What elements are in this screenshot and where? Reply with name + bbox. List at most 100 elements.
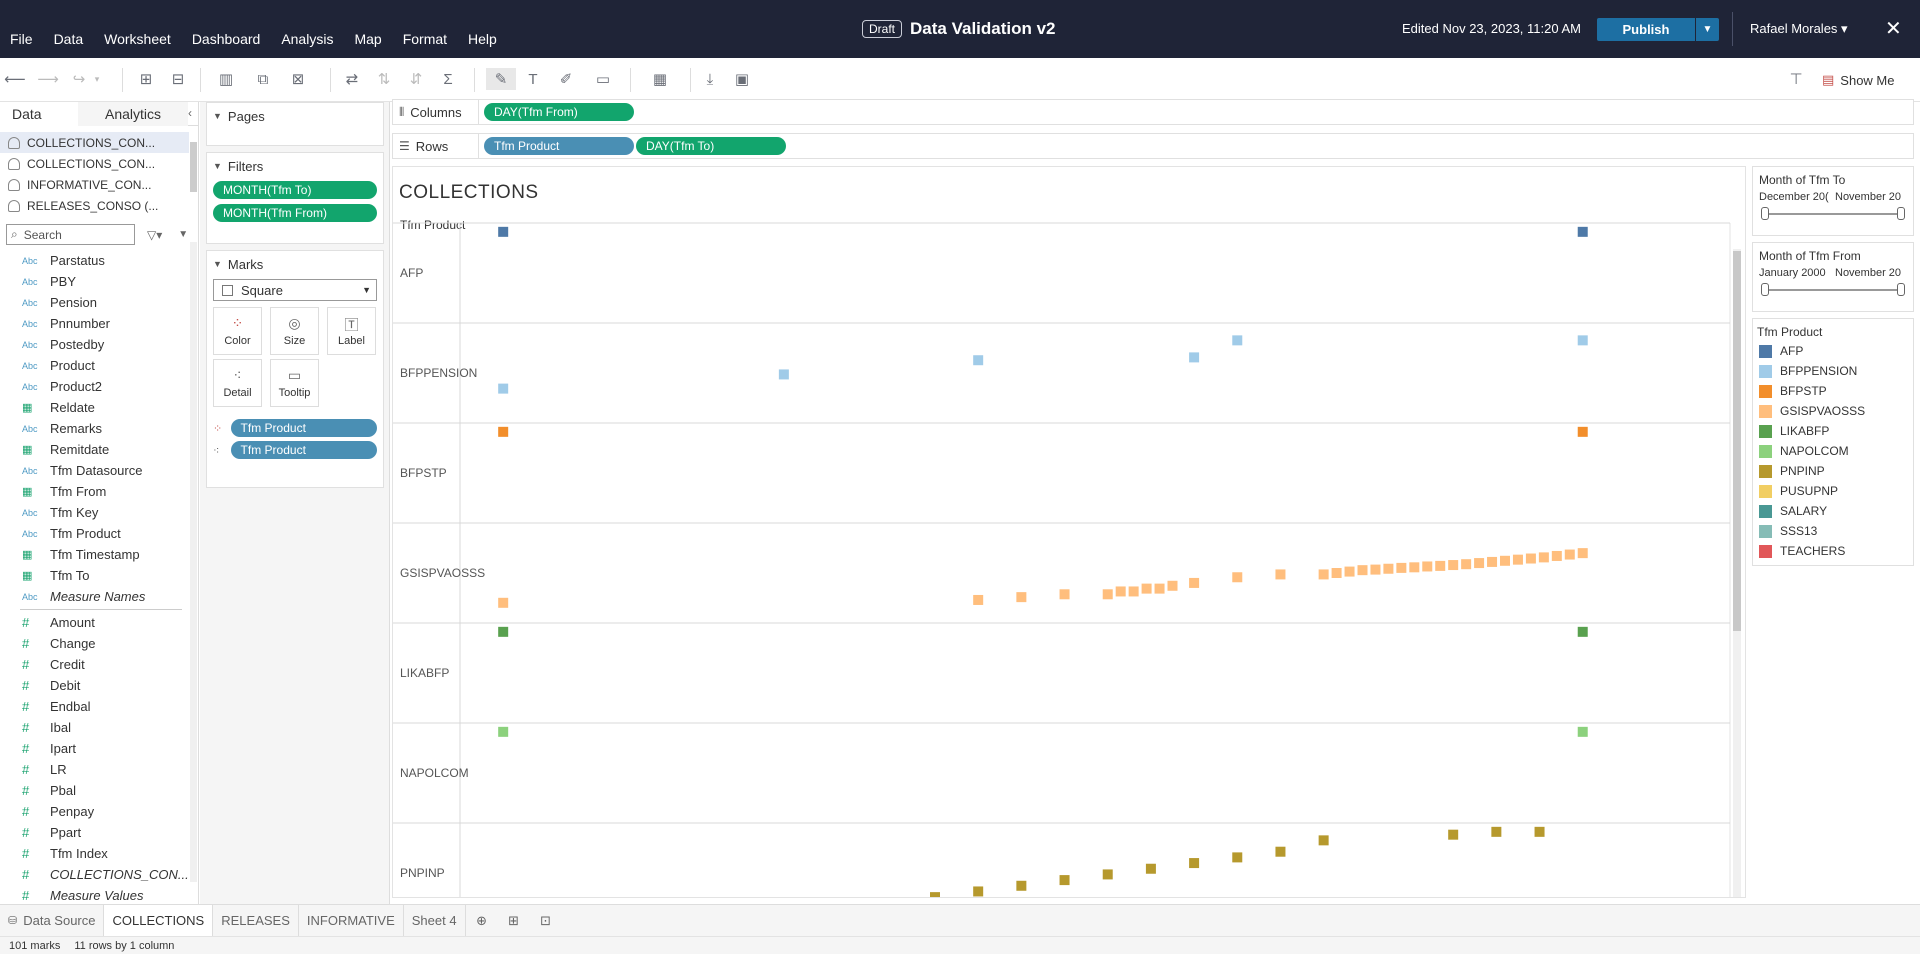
chevron-down-icon[interactable]: ▼ [213,111,222,121]
dimension-field[interactable]: ▦ Reldate [0,397,190,418]
menu-map[interactable]: Map [354,31,381,47]
sort-descending-icon[interactable]: ⇵ [405,68,427,90]
datasource-item[interactable]: RELEASES_CONSO (... [0,195,189,216]
data-mark[interactable] [1538,552,1549,563]
measure-field[interactable]: # COLLECTIONS_CON... [0,864,190,885]
rows-pill-tfm-product[interactable]: Tfm Product [484,137,634,155]
row-label[interactable]: PNPINP [400,866,445,880]
dimension-field[interactable]: Abc Tfm Product [0,523,190,544]
tab-data-source[interactable]: ⛁ Data Source [0,904,105,937]
search-input[interactable]: ⌕ Search [6,224,135,245]
measure-field[interactable]: # Pbal [0,780,190,801]
dimension-field[interactable]: Abc Product2 [0,376,190,397]
clear-sheet-icon[interactable]: ⊠ [287,68,309,90]
data-mark[interactable] [1396,562,1407,573]
range-slider[interactable] [1761,281,1905,299]
datasource-item[interactable]: COLLECTIONS_CON... [0,132,189,153]
tab-data[interactable]: Data [0,101,78,126]
row-label[interactable]: BFPSTP [400,466,447,480]
show-me-button[interactable]: ▤ Show Me [1822,72,1895,88]
data-mark[interactable] [498,726,509,737]
data-mark[interactable] [498,597,509,608]
rows-shelf[interactable]: ☰ Rows Tfm Product DAY(Tfm To) [392,133,1914,159]
swap-icon[interactable]: ⇄ [341,68,363,90]
data-mark[interactable] [1577,626,1588,637]
fit-icon[interactable]: ▭ [588,68,618,90]
dimension-field[interactable]: ▦ Remitdate [0,439,190,460]
data-mark[interactable] [1145,863,1156,874]
data-mark[interactable] [1189,577,1200,588]
dimension-field[interactable]: Abc Parstatus [0,250,190,271]
presentation-icon[interactable]: ▣ [731,68,753,90]
data-mark[interactable] [1102,869,1113,880]
data-mark[interactable] [1577,226,1588,237]
dimension-field[interactable]: Abc Pnnumber [0,313,190,334]
new-worksheet-icon[interactable]: ▥ [215,68,237,90]
data-mark[interactable] [1487,556,1498,567]
chevron-down-icon[interactable]: ▼ [213,161,222,171]
new-datasource-icon[interactable]: ⊞ [135,68,157,90]
legend-item[interactable]: BFPPENSION [1753,361,1913,381]
range-slider[interactable] [1761,205,1905,223]
data-mark[interactable] [1016,880,1027,891]
data-mark[interactable] [1189,858,1200,869]
chevron-down-icon[interactable]: ▾ [92,68,102,90]
menu-analysis[interactable]: Analysis [281,31,333,47]
label-button[interactable]: 🅃 Label [327,307,376,355]
data-mark[interactable] [1383,563,1394,574]
data-mark[interactable] [1577,548,1588,559]
data-mark[interactable] [1115,586,1126,597]
slider-handle-left[interactable] [1761,207,1769,220]
rows-pill-day-tfm-to[interactable]: DAY(Tfm To) [636,137,786,155]
data-mark[interactable] [1448,829,1459,840]
measure-field[interactable]: # Credit [0,654,190,675]
filter-icon[interactable]: ▽▾ [147,228,162,242]
columns-shelf[interactable]: ⦀ Columns DAY(Tfm From) [392,99,1914,125]
data-mark[interactable] [498,626,509,637]
publish-dropdown-button[interactable]: ▼ [1696,18,1719,41]
row-label[interactable]: LIKABFP [400,666,449,680]
publish-button[interactable]: Publish [1597,18,1695,41]
detail-button[interactable]: ⁖ Detail [213,359,262,407]
chevron-down-icon[interactable]: ▼ [178,229,188,240]
replay-icon[interactable]: ↪ [68,68,90,90]
legend-item[interactable]: PNPINP [1753,461,1913,481]
data-mark[interactable] [1500,555,1510,566]
data-mark[interactable] [1344,566,1355,577]
dimension-field[interactable]: Abc Product [0,355,190,376]
data-mark[interactable] [930,892,940,898]
text-label-icon[interactable]: T [522,68,544,90]
data-mark[interactable] [498,226,509,237]
data-mark[interactable] [1525,553,1536,564]
menu-dashboard[interactable]: Dashboard [192,31,261,47]
data-mark[interactable] [1448,560,1459,571]
filter-pill-month-tfm-from[interactable]: MONTH(Tfm From) [213,204,377,222]
measure-field[interactable]: # Ibal [0,717,190,738]
data-mark[interactable] [1422,561,1433,572]
measure-field[interactable]: # Tfm Index [0,843,190,864]
measure-field[interactable]: # Amount [0,612,190,633]
data-mark[interactable] [973,355,984,366]
data-mark[interactable] [498,383,509,394]
data-mark[interactable] [1577,426,1588,437]
field-scrollbar[interactable] [190,242,197,882]
data-mark[interactable] [1491,826,1502,837]
menu-data[interactable]: Data [54,31,84,47]
measure-field[interactable]: # Ipart [0,738,190,759]
dimension-field[interactable]: Abc Remarks [0,418,190,439]
data-mark[interactable] [1577,726,1588,737]
legend-item[interactable]: PUSUPNP [1753,481,1913,501]
viz-area[interactable]: COLLECTIONS Tfm Product AFP BFPPENSION BFP… [392,166,1746,898]
data-mark[interactable] [1318,835,1329,846]
collapse-icon[interactable]: ‹ [188,106,192,120]
data-mark[interactable] [1059,589,1070,600]
legend-item[interactable]: TEACHERS [1753,541,1913,561]
pages-card[interactable]: ▼ Pages [206,102,384,146]
data-mark[interactable] [1141,583,1152,594]
data-mark[interactable] [1016,592,1027,603]
chevron-down-icon[interactable]: ▼ [213,259,222,269]
dimension-field[interactable]: ▦ Tfm To [0,565,190,586]
menu-help[interactable]: Help [468,31,497,47]
totals-icon[interactable]: Σ [437,68,459,90]
data-mark[interactable] [1435,560,1446,571]
